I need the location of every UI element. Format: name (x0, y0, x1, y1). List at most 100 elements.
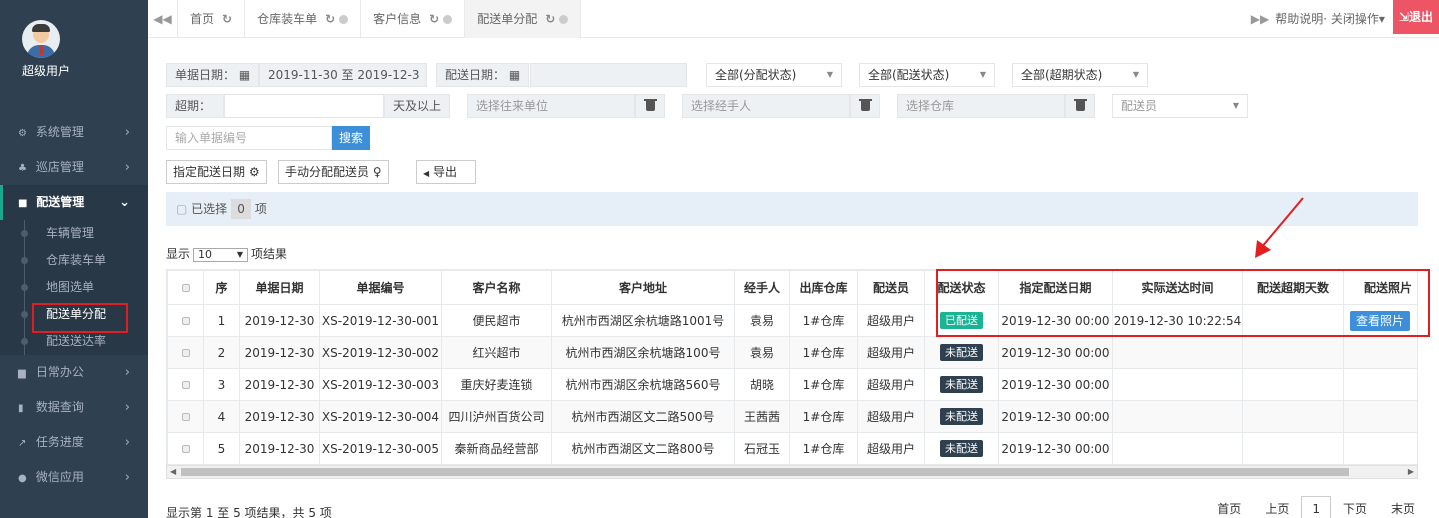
submenu-vehicle[interactable]: 车辆管理 (0, 220, 148, 247)
chevron-right-icon: › (124, 400, 130, 415)
sidebar-item-delivery[interactable]: ■ 配送管理 ⌄ (0, 185, 148, 220)
row-checkbox[interactable] (167, 336, 204, 369)
page-last[interactable]: 末页 (1379, 494, 1427, 518)
close-icon[interactable] (559, 15, 569, 24)
cell-overdue (1242, 400, 1344, 433)
col-header[interactable]: 出库仓库 (789, 270, 858, 305)
cell-no: 3 (203, 368, 240, 401)
doc-date-input[interactable]: 2019-11-30 至 2019-12-3 (259, 63, 427, 87)
refresh-icon[interactable]: ↻ (429, 12, 439, 26)
handler-select[interactable]: 选择经手人 (682, 94, 850, 118)
refresh-icon[interactable]: ↻ (545, 12, 555, 26)
tab-customer[interactable]: 客户信息 ↻ (361, 0, 466, 38)
col-header[interactable]: 客户名称 (441, 270, 552, 305)
table-row[interactable]: 4 2019-12-30 XS-2019-12-30-004 四川泸州百货公司 杭州市西… (167, 400, 1417, 433)
overdue-days-input[interactable] (224, 94, 384, 118)
overdue-status-select[interactable]: 全部(超期状态) ▼ (1012, 63, 1148, 87)
tabs-scroll-left[interactable]: ◀◀ (148, 0, 178, 38)
sidebar-item-progress[interactable]: ↗ 任务进度 › (0, 425, 148, 460)
tabs-scroll-right[interactable]: ▶▶ (1251, 0, 1275, 38)
table-row[interactable]: 2 2019-12-30 XS-2019-12-30-002 红兴超市 杭州市西湖区余杭… (167, 336, 1417, 369)
cell-address: 杭州市西湖区文二路500号 (551, 400, 735, 433)
ship-date-input[interactable] (530, 63, 687, 87)
cell-courier: 超级用户 (857, 400, 925, 433)
col-header[interactable]: 配送员 (857, 270, 925, 305)
overdue-suffix: 天及以上 (384, 94, 450, 118)
cell-assigned: 2019-12-30 00:00 (998, 368, 1113, 401)
select-all-checkbox[interactable] (167, 270, 204, 305)
courier-select[interactable]: 配送员 ▼ (1112, 94, 1248, 118)
caret-down-icon: ▼ (1232, 101, 1239, 110)
docno-input[interactable]: 输入单据编号 (166, 126, 332, 150)
tab-loading[interactable]: 仓库装车单 ↻ (245, 0, 362, 38)
cell-arrived (1112, 432, 1243, 465)
sidebar-item-wechat[interactable]: ● 微信应用 › (0, 460, 148, 495)
table-row[interactable]: 3 2019-12-30 XS-2019-12-30-003 重庆好麦连锁 杭州市西湖区… (167, 368, 1417, 401)
doc-date-label: 单据日期： ▦ (166, 63, 260, 87)
ship-status-select[interactable]: 全部(配送状态) ▼ (859, 63, 995, 87)
cell-courier: 超级用户 (857, 304, 925, 337)
trash-icon[interactable] (1065, 94, 1095, 118)
cell-no: 1 (203, 304, 240, 337)
refresh-icon[interactable]: ↻ (325, 12, 335, 26)
cell-photo (1343, 432, 1417, 465)
row-checkbox[interactable] (167, 432, 204, 465)
page-size: 显示 10 ▼ 项结果 (166, 247, 288, 262)
cell-customer: 红兴超市 (441, 336, 552, 369)
col-header[interactable]: 序 (203, 270, 240, 305)
page-next[interactable]: 下页 (1331, 494, 1379, 518)
tab-allocation[interactable]: 配送单分配 ↻ (465, 0, 582, 38)
page-first[interactable]: 首页 (1205, 494, 1253, 518)
warehouse-select[interactable]: 选择仓库 (897, 94, 1065, 118)
col-header[interactable]: 单据日期 (239, 270, 320, 305)
sidebar-item-query[interactable]: ▮ 数据查询 › (0, 390, 148, 425)
refresh-icon[interactable]: ↻ (222, 12, 232, 26)
submenu-map[interactable]: 地图选单 (0, 274, 148, 301)
assign-date-button[interactable]: 指定配送日期 ⚙ (166, 160, 267, 184)
horizontal-scrollbar[interactable]: ◀ ▶ (166, 465, 1418, 479)
sidebar-item-system[interactable]: ⚙ 系统管理 › (0, 115, 148, 150)
cell-warehouse: 1#仓库 (789, 304, 858, 337)
row-checkbox[interactable] (167, 368, 204, 401)
avatar[interactable] (22, 20, 60, 58)
help-link[interactable]: 帮助说明· 关闭操作▾ (1275, 0, 1393, 38)
annotation-arrow (1255, 197, 1304, 258)
sign-out-icon: ⇲ (1398, 10, 1409, 24)
cell-handler: 王茜茜 (734, 400, 790, 433)
alloc-status-select[interactable]: 全部(分配状态) ▼ (706, 63, 842, 87)
page-prev[interactable]: 上页 (1253, 494, 1301, 518)
status-badge: 未配送 (940, 440, 983, 457)
close-icon[interactable] (443, 15, 453, 24)
sidebar-item-patrol[interactable]: ♣ 巡店管理 › (0, 150, 148, 185)
scrollbar-thumb[interactable] (181, 468, 1349, 476)
logout-button[interactable]: ⇲退出 (1392, 0, 1439, 34)
submenu-loading[interactable]: 仓库装车单 (0, 247, 148, 274)
col-header[interactable]: 单据编号 (319, 270, 442, 305)
sidebar-item-office[interactable]: ▆ 日常办公 › (0, 355, 148, 390)
export-button[interactable]: ◀ 导出 (416, 160, 476, 184)
page-size-select[interactable]: 10 ▼ (193, 248, 249, 262)
row-checkbox[interactable] (167, 304, 204, 337)
assign-courier-button[interactable]: 手动分配配送员 ♀ (278, 160, 389, 184)
search-button[interactable]: 搜索 (332, 126, 371, 150)
partner-select[interactable]: 选择往来单位 (467, 94, 635, 118)
trash-icon[interactable] (635, 94, 665, 118)
close-icon[interactable] (339, 15, 349, 24)
col-header[interactable]: 客户地址 (551, 270, 735, 305)
scroll-left-arrow[interactable]: ◀ (170, 466, 176, 478)
cell-no: 2 (203, 336, 240, 369)
trash-icon[interactable] (850, 94, 880, 118)
chevron-down-icon: ⌄ (119, 195, 130, 210)
cell-photo (1343, 368, 1417, 401)
scroll-right-arrow[interactable]: ▶ (1408, 466, 1414, 478)
pagination: 首页 上页 1 下页 末页 (1205, 494, 1427, 518)
table-row[interactable]: 5 2019-12-30 XS-2019-12-30-005 秦新商品经营部 杭州市西湖… (167, 432, 1417, 465)
row-checkbox[interactable] (167, 400, 204, 433)
tab-home[interactable]: 首页 ↻ (178, 0, 246, 38)
user-name[interactable]: 超级用户 (22, 62, 70, 79)
page-current[interactable]: 1 (1301, 496, 1331, 518)
status-badge: 未配送 (940, 344, 983, 361)
col-header[interactable]: 经手人 (734, 270, 790, 305)
cell-address: 杭州市西湖区余杭塘路560号 (551, 368, 735, 401)
cell-assigned: 2019-12-30 00:00 (998, 400, 1113, 433)
